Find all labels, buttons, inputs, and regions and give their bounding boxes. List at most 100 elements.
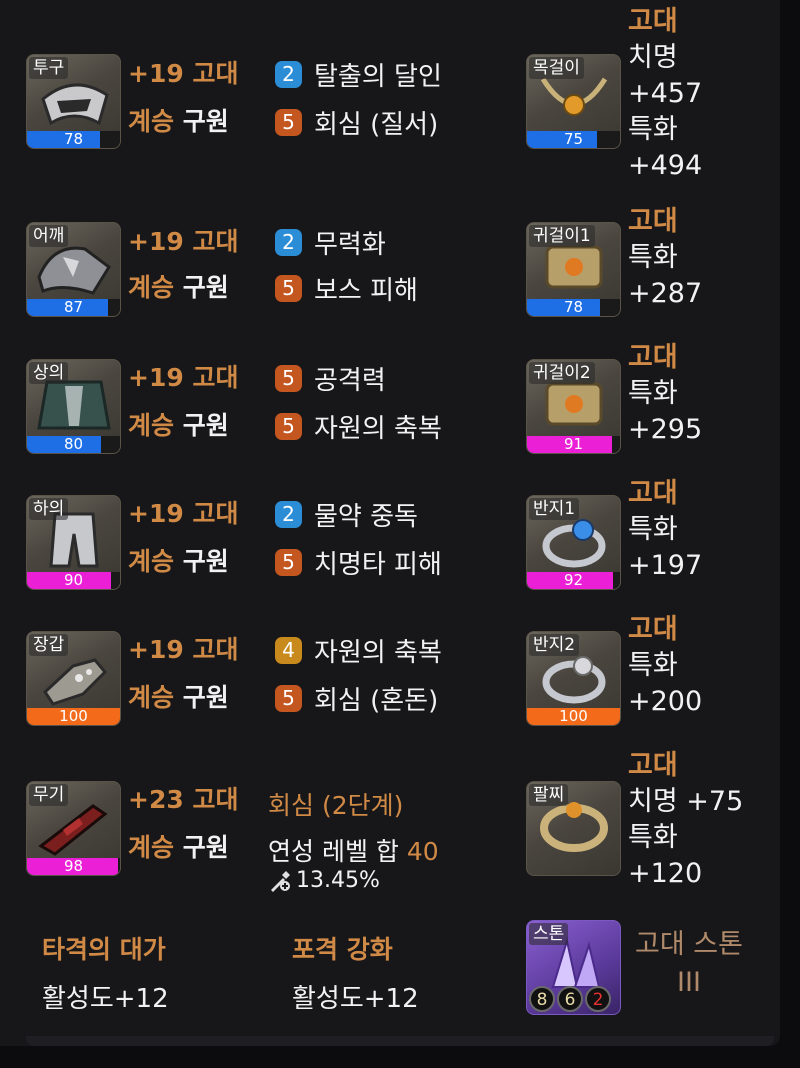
engraving-row: 5 회심 (질서) (275, 106, 439, 140)
gear-slot-chest[interactable]: 상의 80 (26, 359, 121, 454)
slot-label: 투구 (29, 57, 69, 79)
engraving-level-badge: 4 (275, 636, 302, 664)
accessory-slot-bracelet[interactable]: 팔찌 (526, 781, 621, 876)
grade-name: 구원 (182, 273, 229, 302)
stone-value-3: 2 (585, 986, 611, 1012)
ability-stone-slot[interactable]: 스톤 8 6 2 (526, 920, 621, 1015)
engraving-row: 2 물약 중독 (275, 498, 418, 532)
quality-bar: 90 (27, 572, 120, 589)
quality-value: 91 (563, 435, 584, 453)
quality-bar: 92 (527, 572, 620, 589)
gear-slot-shoulder[interactable]: 어깨 87 (26, 222, 121, 317)
accessory-grade: 고대 (628, 478, 678, 509)
item-grade: 계승 구원 (128, 106, 229, 138)
accessory-stats: 고대 특화 +287 (628, 204, 702, 312)
engraving-name: 치명타 피해 (314, 549, 442, 580)
ability-value: 활성도+12 (42, 984, 169, 1014)
engraving-row: 5 자원의 축복 (275, 410, 442, 444)
grade-prefix: 계승 (128, 411, 175, 440)
accessory-stats: 고대 치명 +457 특화 +494 (628, 4, 702, 184)
ability-value: 활성도+12 (292, 984, 419, 1014)
accessory-slot-ring-1[interactable]: 반지1 92 (526, 495, 621, 590)
accessory-slot-earring-2[interactable]: 귀걸이2 91 (526, 359, 621, 454)
stone-values: 8 6 2 (529, 986, 611, 1012)
item-grade: 계승 구원 (128, 272, 229, 304)
stat-line: +120 (628, 858, 703, 889)
engraving-level-badge: 5 (275, 412, 302, 440)
engraving-row: 5 공격력 (275, 362, 386, 396)
accessory-stats: 고대 치명 +75 특화 +120 (628, 748, 743, 892)
stat-line: 특화 (628, 114, 678, 145)
stat-line: +287 (628, 278, 703, 309)
engraving-name: 탈출의 달인 (314, 61, 442, 92)
accessory-stats: 고대 특화 +197 (628, 476, 702, 584)
stat-line: 특화 (628, 822, 678, 853)
accessory-slot-ring-2[interactable]: 반지2 100 (526, 631, 621, 726)
accessory-grade: 고대 (628, 206, 678, 237)
slot-label: 목걸이 (529, 57, 584, 79)
refine-label: 연성 레벨 합 (268, 837, 399, 866)
engraving-row: 4 자원의 축복 (275, 634, 442, 668)
engraving-row: 5 치명타 피해 (275, 546, 442, 580)
engraving-level-badge: 2 (275, 500, 302, 528)
item-grade: 계승 구원 (128, 832, 229, 864)
stat-line: 특화 (628, 242, 678, 273)
engraving-name: 자원의 축복 (314, 637, 442, 668)
sword-plus-icon (271, 870, 290, 892)
stat-line: +295 (628, 414, 703, 445)
accessory-slot-earring-1[interactable]: 귀걸이1 78 (526, 222, 621, 317)
item-grade: 계승 구원 (128, 546, 229, 578)
stat-line: 치명 (628, 42, 678, 73)
item-grade: 계승 구원 (128, 410, 229, 442)
quality-bar: 75 (527, 131, 620, 148)
enhance-level: +19 고대 (128, 499, 239, 528)
stone-name-line: 고대 스톤 (635, 929, 743, 960)
slot-label: 스톤 (529, 923, 569, 945)
gear-slot-helmet[interactable]: 투구 78 (26, 54, 121, 149)
quality-value: 90 (63, 571, 84, 589)
grade-prefix: 계승 (128, 107, 175, 136)
grade-prefix: 계승 (128, 273, 175, 302)
quality-bar: 91 (527, 436, 620, 453)
accessory-slot-necklace[interactable]: 목걸이 75 (526, 54, 621, 149)
engraving-level-badge: 5 (275, 274, 302, 302)
stat-line: 치명 +75 (628, 786, 744, 817)
engraving-name: 회심 (질서) (314, 109, 439, 140)
grade-prefix: 계승 (128, 683, 175, 712)
accessory-grade: 고대 (628, 6, 678, 37)
slot-label: 하의 (29, 498, 69, 520)
stone-name: 고대 스톤 III (628, 926, 750, 1002)
gear-slot-weapon[interactable]: 무기 98 (26, 781, 121, 876)
weapon-effect: 회심 (2단계) (268, 791, 404, 820)
engraving-row: 5 보스 피해 (275, 272, 418, 306)
accessory-grade: 고대 (628, 614, 678, 645)
stone-tier: III (677, 967, 701, 998)
weapon-bonus: 13.45% (268, 868, 380, 893)
quality-bar: 80 (27, 436, 120, 453)
engraving-level-badge: 2 (275, 60, 302, 88)
slot-label: 반지1 (529, 498, 580, 520)
stat-line: +457 (628, 78, 703, 109)
gear-slot-pants[interactable]: 하의 90 (26, 495, 121, 590)
grade-name: 구원 (182, 547, 229, 576)
engraving-name: 보스 피해 (314, 275, 418, 306)
gear-slot-gloves[interactable]: 장갑 100 (26, 631, 121, 726)
accessory-grade: 고대 (628, 750, 678, 781)
quality-value: 100 (59, 707, 88, 725)
stat-line: +200 (628, 686, 703, 717)
accessory-stats: 고대 특화 +295 (628, 340, 702, 448)
engraving-level-badge: 5 (275, 684, 302, 712)
engraving-name: 무력화 (314, 229, 386, 260)
quality-bar: 98 (27, 858, 120, 875)
ability-name: 타격의 대가 (42, 935, 166, 964)
quality-value: 78 (563, 298, 584, 316)
grade-name: 구원 (182, 411, 229, 440)
accessory-grade: 고대 (628, 342, 678, 373)
grade-name: 구원 (182, 107, 229, 136)
refine-summary: 연성 레벨 합 40 (268, 832, 439, 868)
slot-label: 반지2 (529, 634, 580, 656)
enhance-level: +19 고대 (128, 59, 239, 88)
slot-label: 상의 (29, 362, 69, 384)
slot-label: 귀걸이2 (529, 362, 595, 384)
quality-bar: 78 (27, 131, 120, 148)
